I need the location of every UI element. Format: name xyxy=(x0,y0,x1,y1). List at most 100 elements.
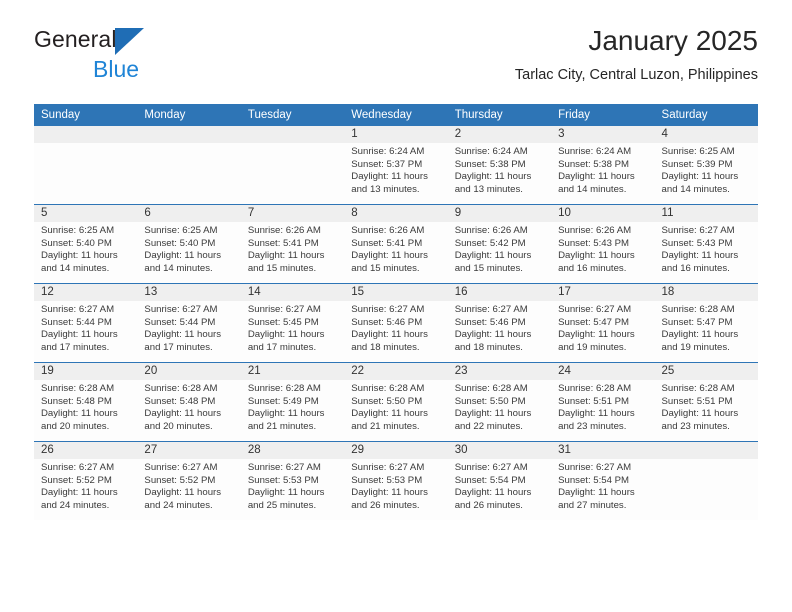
calendar-day-cell[interactable]: 9 Sunrise: 6:26 AM Sunset: 5:42 PM Daylight… xyxy=(447,204,552,284)
daylight-duration-line2: and 18 minutes. xyxy=(351,341,420,353)
calendar-day-cell[interactable]: 16 Sunrise: 6:27 AM Sunset: 5:46 PM Dayligh… xyxy=(447,283,552,363)
calendar-day-cell[interactable]: 12 Sunrise: 6:27 AM Sunset: 5:44 PM Dayligh… xyxy=(34,283,138,363)
calendar-day-cell[interactable]: 21 Sunrise: 6:28 AM Sunset: 5:49 PM Dayligh… xyxy=(240,362,345,442)
daylight-duration-line1: Daylight: 11 hours xyxy=(144,408,222,420)
sunrise-time: Sunrise: 6:27 AM xyxy=(247,462,321,473)
day-number: 12 xyxy=(34,284,138,301)
calendar-day-cell[interactable]: 17 Sunrise: 6:27 AM Sunset: 5:47 PM Dayligh… xyxy=(551,283,655,363)
daylight-duration-line1: Daylight: 11 hours xyxy=(41,487,118,499)
daylight-duration-line2: and 21 minutes. xyxy=(247,420,317,432)
day-number: 19 xyxy=(34,363,138,380)
calendar-day-cell[interactable]: 2 Sunrise: 6:24 AM Sunset: 5:38 PM Daylight… xyxy=(447,126,552,205)
daylight-duration-line1: Daylight: 11 hours xyxy=(661,171,739,183)
calendar-day-cell[interactable]: 14 Sunrise: 6:27 AM Sunset: 5:45 PM Dayligh… xyxy=(240,283,345,363)
daylight-duration-line1: Daylight: 11 hours xyxy=(247,408,325,420)
daylight-duration-line2: and 16 minutes. xyxy=(661,262,730,274)
day-number: 31 xyxy=(551,442,655,459)
daylight-duration-line1: Daylight: 11 hours xyxy=(454,487,532,499)
sunrise-time: Sunrise: 6:25 AM xyxy=(661,146,735,157)
calendar-day-cell[interactable]: 30 Sunrise: 6:27 AM Sunset: 5:54 PM Dayligh… xyxy=(447,441,552,520)
sunset-time: Sunset: 5:54 PM xyxy=(454,474,526,486)
day-details: Sunrise: 6:26 AM Sunset: 5:41 PM Daylight:… xyxy=(241,222,344,275)
calendar-day-cell[interactable]: 27 Sunrise: 6:27 AM Sunset: 5:52 PM Dayligh… xyxy=(137,441,241,520)
daylight-duration-line1: Daylight: 11 hours xyxy=(351,487,428,499)
calendar-day-cell[interactable]: 5 Sunrise: 6:25 AM Sunset: 5:40 PM Daylight… xyxy=(34,204,138,284)
sunset-time: Sunset: 5:41 PM xyxy=(351,237,423,249)
daylight-duration-line2: and 14 minutes. xyxy=(41,262,110,274)
calendar-day-cell[interactable]: 13 Sunrise: 6:27 AM Sunset: 5:44 PM Dayligh… xyxy=(137,283,241,363)
day-number: 17 xyxy=(551,284,655,301)
brand-logo-top-row: General xyxy=(34,24,294,55)
calendar-day-cell[interactable]: 7 Sunrise: 6:26 AM Sunset: 5:41 PM Daylight… xyxy=(240,204,345,284)
calendar-day-cell[interactable]: 20 Sunrise: 6:28 AM Sunset: 5:48 PM Dayligh… xyxy=(137,362,241,442)
day-details: Sunrise: 6:28 AM Sunset: 5:51 PM Daylight:… xyxy=(655,380,758,433)
daylight-duration-line1: Daylight: 11 hours xyxy=(661,250,739,262)
day-details: Sunrise: 6:27 AM Sunset: 5:47 PM Daylight:… xyxy=(551,301,654,354)
day-details: Sunrise: 6:26 AM Sunset: 5:42 PM Daylight:… xyxy=(448,222,551,275)
calendar-table: Sunday Monday Tuesday Wednesday Thursday… xyxy=(34,104,758,520)
calendar-day-cell[interactable]: 1 Sunrise: 6:24 AM Sunset: 5:37 PM Daylight… xyxy=(344,126,448,205)
day-number: 14 xyxy=(240,284,345,301)
sunrise-time: Sunrise: 6:27 AM xyxy=(351,304,425,315)
calendar-day-cell[interactable]: 24 Sunrise: 6:28 AM Sunset: 5:51 PM Dayligh… xyxy=(551,362,655,442)
day-details: Sunrise: 6:27 AM Sunset: 5:54 PM Daylight:… xyxy=(448,459,551,512)
calendar-day-cell[interactable]: 6 Sunrise: 6:25 AM Sunset: 5:40 PM Daylight… xyxy=(137,204,241,284)
sunrise-time: Sunrise: 6:28 AM xyxy=(144,383,218,394)
day-number: 30 xyxy=(447,442,552,459)
sunset-time: Sunset: 5:53 PM xyxy=(247,474,319,486)
daylight-duration-line2: and 15 minutes. xyxy=(247,262,317,274)
daylight-duration-line1: Daylight: 11 hours xyxy=(558,250,635,262)
brand-logo[interactable]: General Blue xyxy=(34,24,294,86)
day-details: Sunrise: 6:28 AM Sunset: 5:48 PM Daylight:… xyxy=(34,380,137,433)
calendar-day-cell[interactable]: 29 Sunrise: 6:27 AM Sunset: 5:53 PM Dayligh… xyxy=(344,441,448,520)
calendar-day-cell[interactable]: 18 Sunrise: 6:28 AM Sunset: 5:47 PM Dayligh… xyxy=(654,283,758,363)
sunrise-time: Sunrise: 6:25 AM xyxy=(41,225,115,236)
calendar-day-cell[interactable]: 11 Sunrise: 6:27 AM Sunset: 5:43 PM Dayligh… xyxy=(654,204,758,284)
calendar-day-cell[interactable]: 3 Sunrise: 6:24 AM Sunset: 5:38 PM Daylight… xyxy=(551,126,655,205)
daylight-duration-line1: Daylight: 11 hours xyxy=(661,408,739,420)
daylight-duration-line2: and 13 minutes. xyxy=(351,183,420,195)
page-header: General Blue January 2025 Tarlac City, C… xyxy=(34,24,758,96)
calendar-day-cell[interactable]: 19 Sunrise: 6:28 AM Sunset: 5:48 PM Dayligh… xyxy=(34,362,138,442)
daylight-duration-line2: and 26 minutes. xyxy=(351,499,420,511)
title-block: January 2025 Tarlac City, Central Luzon,… xyxy=(515,24,758,84)
daylight-duration-line2: and 22 minutes. xyxy=(454,420,523,432)
daylight-duration-line2: and 19 minutes. xyxy=(558,341,627,353)
day-number xyxy=(34,126,138,143)
calendar-day-cell[interactable]: 22 Sunrise: 6:28 AM Sunset: 5:50 PM Dayligh… xyxy=(344,362,448,442)
daylight-duration-line2: and 15 minutes. xyxy=(454,262,523,274)
calendar-day-cell[interactable]: 15 Sunrise: 6:27 AM Sunset: 5:46 PM Dayligh… xyxy=(344,283,448,363)
calendar-week-row: 1 Sunrise: 6:24 AM Sunset: 5:37 PM Daylight… xyxy=(34,126,758,205)
calendar-day-cell[interactable]: 28 Sunrise: 6:27 AM Sunset: 5:53 PM Dayligh… xyxy=(240,441,345,520)
sunset-time: Sunset: 5:50 PM xyxy=(351,395,423,407)
day-number: 2 xyxy=(447,126,552,143)
calendar-day-cell[interactable]: 10 Sunrise: 6:26 AM Sunset: 5:43 PM Dayligh… xyxy=(551,204,655,284)
day-number: 16 xyxy=(447,284,552,301)
day-details: Sunrise: 6:26 AM Sunset: 5:43 PM Daylight:… xyxy=(551,222,654,275)
daylight-duration-line2: and 24 minutes. xyxy=(144,499,213,511)
sunrise-time: Sunrise: 6:26 AM xyxy=(351,225,425,236)
day-number: 23 xyxy=(447,363,552,380)
day-number: 28 xyxy=(240,442,345,459)
location-subtitle: Tarlac City, Central Luzon, Philippines xyxy=(514,67,758,83)
day-number: 7 xyxy=(240,205,345,222)
day-details: Sunrise: 6:27 AM Sunset: 5:52 PM Daylight:… xyxy=(34,459,137,512)
calendar-day-cell[interactable]: 25 Sunrise: 6:28 AM Sunset: 5:51 PM Dayligh… xyxy=(654,362,758,442)
daylight-duration-line2: and 14 minutes. xyxy=(661,183,730,195)
daylight-duration-line2: and 14 minutes. xyxy=(144,262,213,274)
calendar-day-cell[interactable]: 31 Sunrise: 6:27 AM Sunset: 5:54 PM Dayligh… xyxy=(551,441,655,520)
sunrise-time: Sunrise: 6:27 AM xyxy=(454,304,528,315)
calendar-day-cell[interactable]: 8 Sunrise: 6:26 AM Sunset: 5:41 PM Daylight… xyxy=(344,204,448,284)
calendar-day-cell[interactable]: 23 Sunrise: 6:28 AM Sunset: 5:50 PM Dayligh… xyxy=(447,362,552,442)
day-number xyxy=(240,126,345,143)
calendar-cell-empty xyxy=(34,126,138,205)
daylight-duration-line1: Daylight: 11 hours xyxy=(558,408,635,420)
sunset-time: Sunset: 5:38 PM xyxy=(558,158,630,170)
calendar-day-cell[interactable]: 26 Sunrise: 6:27 AM Sunset: 5:52 PM Dayligh… xyxy=(34,441,138,520)
calendar-day-cell[interactable]: 4 Sunrise: 6:25 AM Sunset: 5:39 PM Daylight… xyxy=(654,126,758,205)
daylight-duration-line1: Daylight: 11 hours xyxy=(247,250,325,262)
sunrise-time: Sunrise: 6:24 AM xyxy=(454,146,528,157)
daylight-duration-line2: and 26 minutes. xyxy=(454,499,523,511)
sunset-time: Sunset: 5:49 PM xyxy=(247,395,319,407)
day-details: Sunrise: 6:27 AM Sunset: 5:45 PM Daylight:… xyxy=(241,301,344,354)
